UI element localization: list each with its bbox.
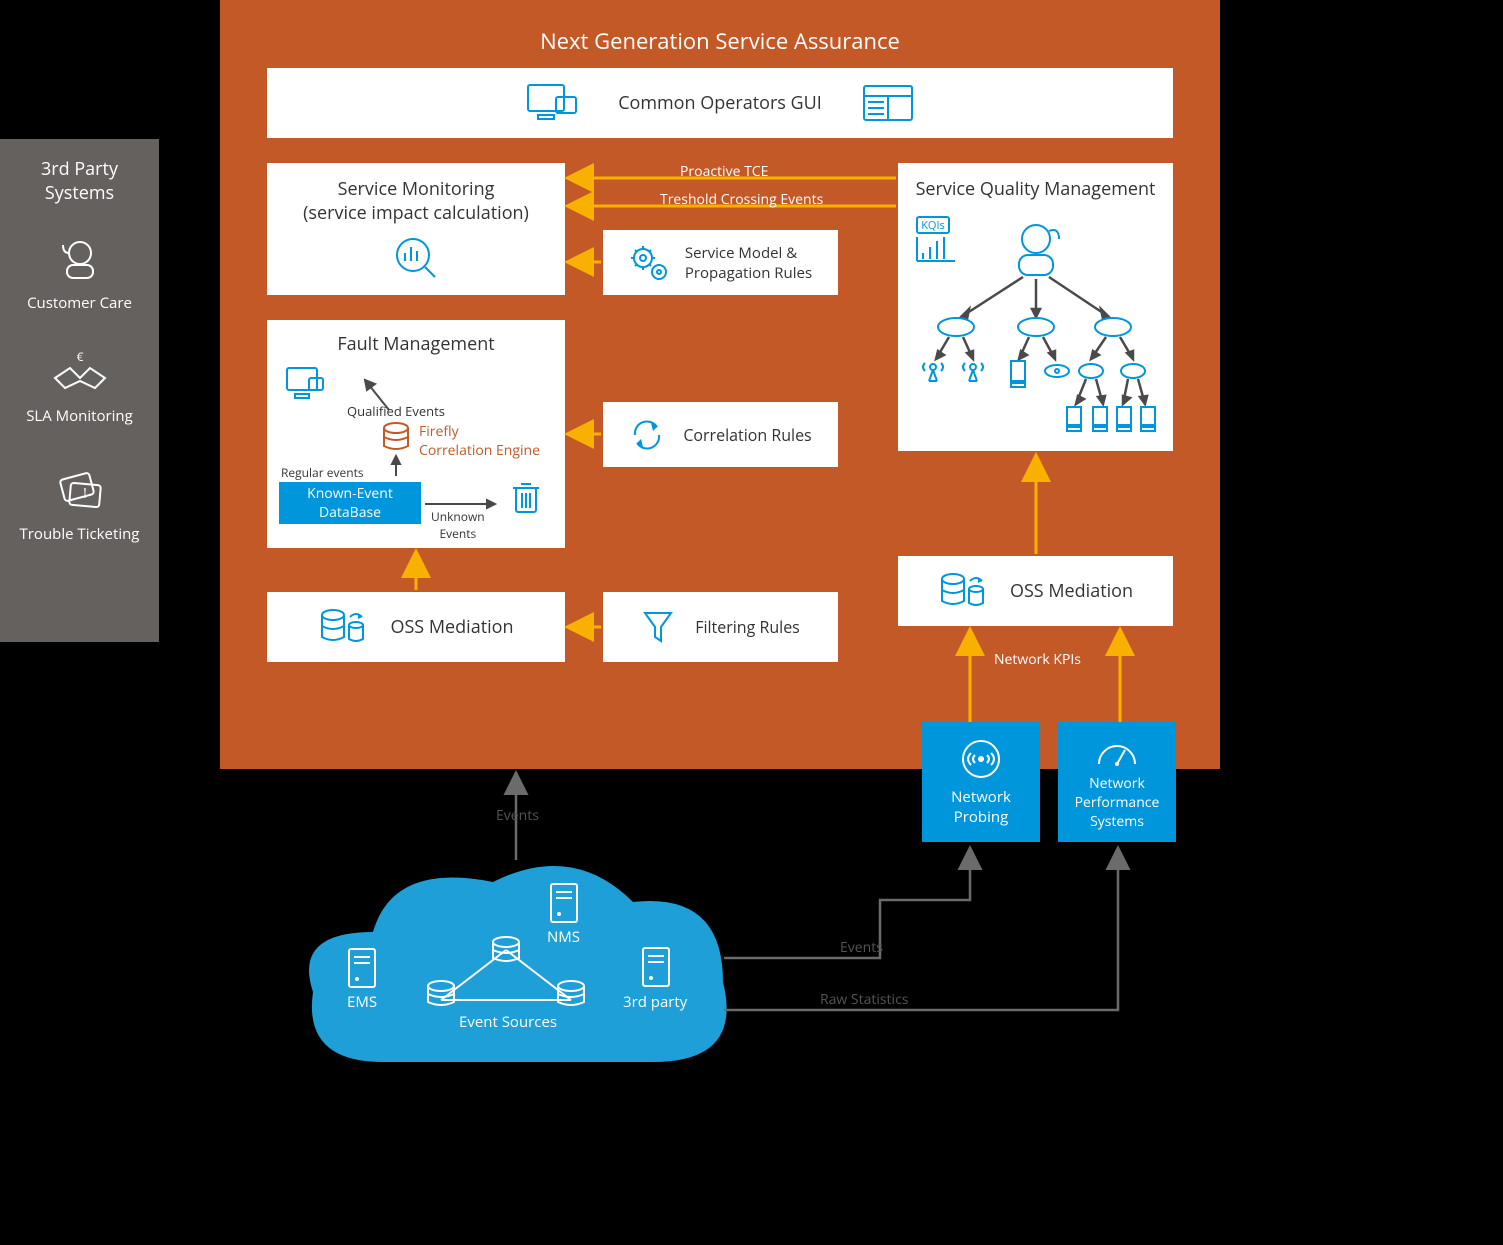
raw-stats-label: Raw Statistics <box>820 990 908 1009</box>
external-arrows <box>0 0 1503 1245</box>
events-right-label: Events <box>840 938 883 957</box>
events-up-label: Events <box>496 806 539 825</box>
